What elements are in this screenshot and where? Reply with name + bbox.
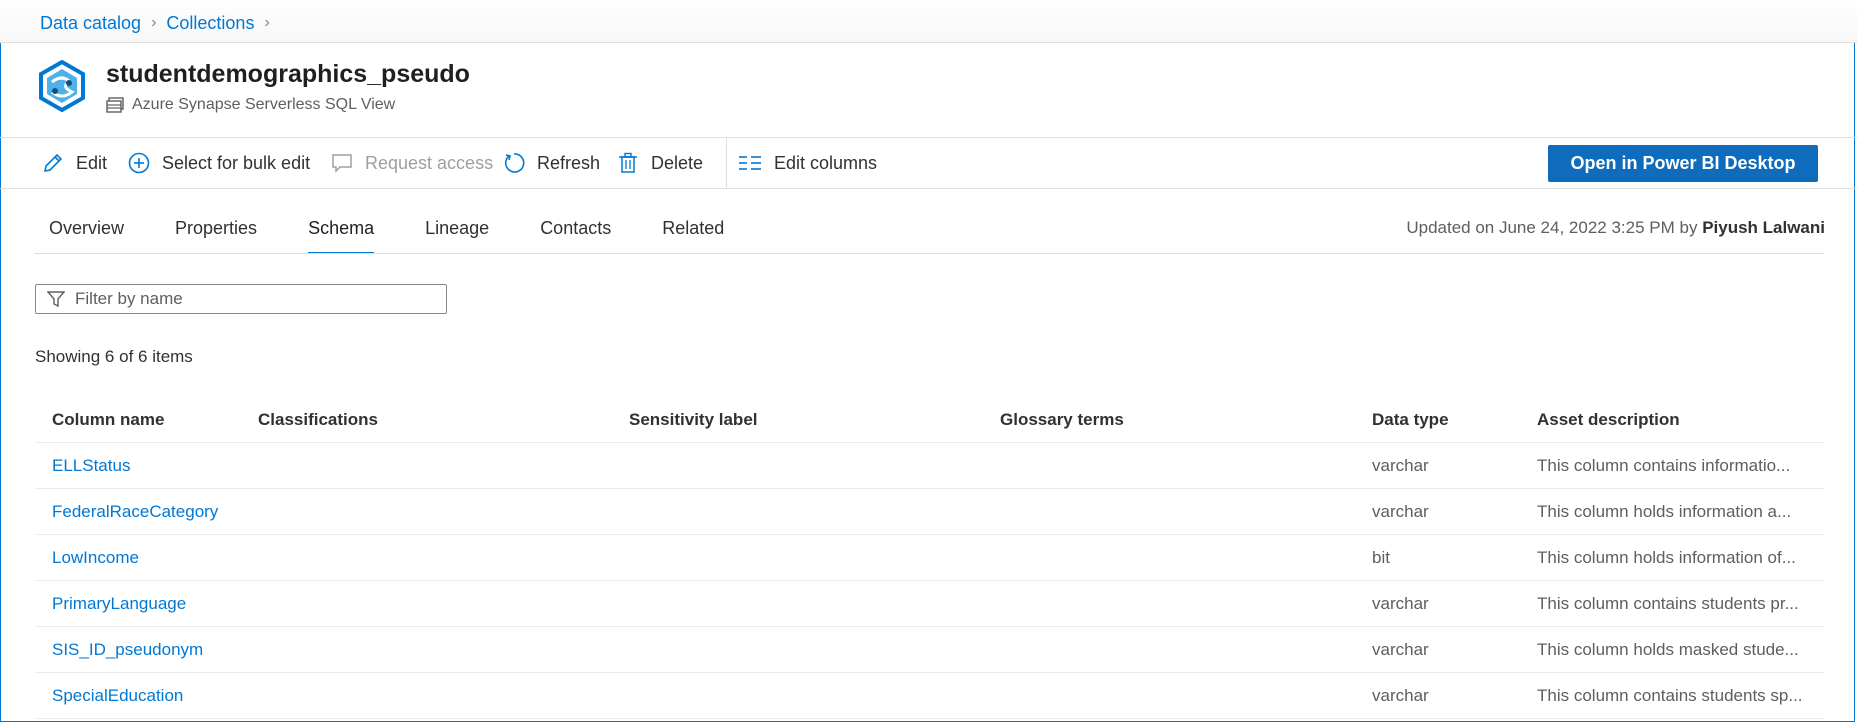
- column-name-link[interactable]: PrimaryLanguage: [52, 594, 186, 614]
- asset-description: This column holds information a...: [1537, 501, 1792, 521]
- open-power-bi-button[interactable]: Open in Power BI Desktop: [1548, 145, 1818, 182]
- trash-icon: [619, 152, 637, 173]
- header-glossary-terms[interactable]: Glossary terms: [1000, 398, 1124, 442]
- tab-contacts[interactable]: Contacts: [525, 214, 611, 254]
- asset-description: This column holds information of...: [1537, 547, 1796, 567]
- column-name-link[interactable]: ELLStatus: [52, 456, 130, 476]
- edit-columns-label: Edit columns: [774, 152, 878, 173]
- data-type: varchar: [1372, 685, 1429, 705]
- toolbar-divider: [726, 138, 727, 188]
- data-type: bit: [1372, 547, 1390, 567]
- toolbar: Edit Select for bulk edit Request access…: [0, 137, 1857, 189]
- asset-type-label: Azure Synapse Serverless SQL View: [132, 96, 396, 113]
- asset-description: This column holds masked stude...: [1537, 639, 1799, 659]
- refresh-icon: [504, 153, 525, 173]
- columns-icon: [739, 156, 761, 170]
- schema-table: Column name Classifications Sensitivity …: [35, 398, 1824, 719]
- table-row: ELLStatus varchar This column contains i…: [35, 443, 1824, 489]
- table-row: LowIncome bit This column holds informat…: [35, 535, 1824, 581]
- tab-schema[interactable]: Schema: [293, 214, 375, 254]
- tab-overview[interactable]: Overview: [34, 214, 124, 254]
- breadcrumb-data-catalog[interactable]: Data catalog: [40, 13, 141, 34]
- view-icon: [106, 97, 124, 113]
- select-bulk-edit-button[interactable]: Select for bulk edit: [128, 138, 310, 188]
- tab-related[interactable]: Related: [647, 214, 724, 254]
- data-type: varchar: [1372, 501, 1429, 521]
- asset-description: This column contains informatio...: [1537, 455, 1791, 475]
- updated-text: Updated on June 24, 2022 3:25 PM by: [1406, 218, 1698, 237]
- header-classifications[interactable]: Classifications: [258, 398, 378, 442]
- header-asset-description[interactable]: Asset description: [1537, 398, 1824, 442]
- edit-label: Edit: [76, 152, 108, 173]
- table-row: SIS_ID_pseudonym varchar This column hol…: [35, 627, 1824, 673]
- pencil-icon: [43, 153, 63, 173]
- table-row: FederalRaceCategory varchar This column …: [35, 489, 1824, 535]
- column-name-link[interactable]: LowIncome: [52, 548, 139, 568]
- edit-button[interactable]: Edit: [42, 138, 107, 188]
- filter-input[interactable]: [73, 288, 417, 310]
- table-header-row: Column name Classifications Sensitivity …: [35, 398, 1824, 443]
- edit-columns-button[interactable]: Edit columns: [738, 138, 877, 188]
- column-name-link[interactable]: SpecialEducation: [52, 686, 183, 706]
- filter-box: [35, 284, 447, 314]
- breadcrumb-collections[interactable]: Collections: [166, 13, 254, 34]
- filter-icon: [47, 291, 65, 308]
- chevron-right-icon: ›: [151, 14, 157, 31]
- items-count: Showing 6 of 6 items: [35, 347, 193, 366]
- breadcrumb: Data catalog › Collections ›: [40, 12, 280, 34]
- comment-icon: [332, 154, 352, 173]
- request-access-label: Request access: [365, 152, 494, 173]
- bulk-edit-label: Select for bulk edit: [162, 152, 311, 173]
- header-sensitivity-label[interactable]: Sensitivity label: [629, 398, 758, 442]
- refresh-label: Refresh: [537, 152, 601, 173]
- synapse-icon: [39, 60, 85, 112]
- chevron-right-icon: ›: [264, 14, 270, 31]
- refresh-button[interactable]: Refresh: [503, 138, 600, 188]
- asset-title: studentdemographics_pseudo: [106, 60, 470, 88]
- asset-type: Azure Synapse Serverless SQL View: [106, 96, 395, 114]
- plus-circle-icon: [128, 152, 150, 174]
- asset-description: This column contains students pr...: [1537, 593, 1799, 613]
- tab-properties[interactable]: Properties: [160, 214, 257, 254]
- updated-user: Piyush Lalwani: [1702, 218, 1825, 237]
- delete-button[interactable]: Delete: [617, 138, 703, 188]
- table-row: SpecialEducation varchar This column con…: [35, 673, 1824, 719]
- data-type: varchar: [1372, 455, 1429, 475]
- table-row: PrimaryLanguage varchar This column cont…: [35, 581, 1824, 627]
- data-type: varchar: [1372, 593, 1429, 613]
- tab-bar: Overview Properties Schema Lineage Conta…: [34, 214, 760, 254]
- asset-description: This column contains students sp...: [1537, 685, 1803, 705]
- delete-label: Delete: [651, 152, 704, 173]
- column-name-link[interactable]: SIS_ID_pseudonym: [52, 640, 203, 660]
- request-access-button[interactable]: Request access: [331, 138, 493, 188]
- data-type: varchar: [1372, 639, 1429, 659]
- tabs-divider: [34, 253, 1824, 254]
- column-name-link[interactable]: FederalRaceCategory: [52, 502, 218, 522]
- header-data-type[interactable]: Data type: [1372, 398, 1449, 442]
- updated-info: Updated on June 24, 2022 3:25 PM by Piyu…: [1406, 218, 1825, 238]
- tab-lineage[interactable]: Lineage: [410, 214, 489, 254]
- header-column-name[interactable]: Column name: [52, 398, 164, 442]
